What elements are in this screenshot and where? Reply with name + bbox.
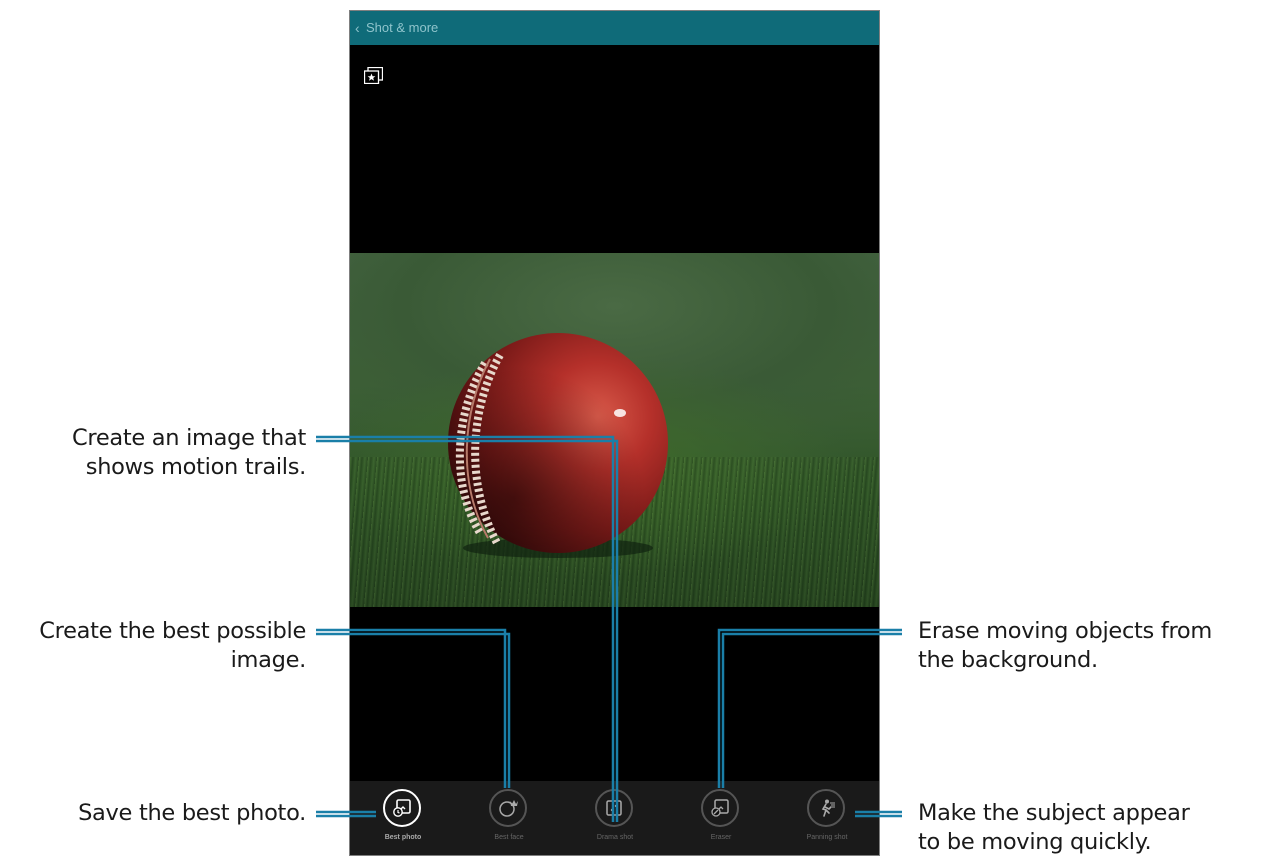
- callout-line: Create an image that: [71, 425, 306, 451]
- callout-panning-shot: Make the subject appear to be moving qui…: [918, 799, 1190, 857]
- callout-line: Erase moving objects from: [918, 618, 1212, 644]
- callout-line: Save the best photo.: [78, 800, 306, 826]
- callout-line: to be moving quickly.: [918, 829, 1152, 855]
- callout-eraser: Erase moving objects from the background…: [918, 617, 1212, 675]
- callout-line: the background.: [918, 647, 1098, 673]
- callout-line: shows motion trails.: [85, 454, 307, 480]
- callout-line: Create the best possible: [39, 618, 306, 644]
- callout-drama-shot: Create an image that shows motion trails…: [72, 424, 306, 482]
- callout-best-face: Create the best possible image.: [39, 617, 306, 675]
- callout-line: Make the subject appear: [918, 800, 1190, 826]
- callout-line: image.: [230, 647, 307, 673]
- callout-best-photo: Save the best photo.: [78, 799, 306, 828]
